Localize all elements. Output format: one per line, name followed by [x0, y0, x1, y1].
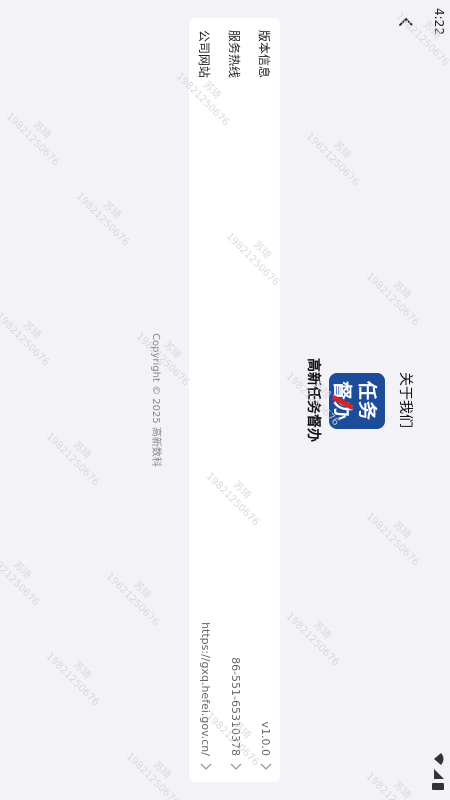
watermark-text: 苏琦 19821250676 — [3, 110, 62, 169]
battery-icon — [432, 783, 444, 790]
app-name: 高新任务督办 — [305, 358, 321, 442]
watermark-text: 苏琦 19821250676 — [0, 550, 42, 609]
version-info-value: v1.0.0 — [259, 721, 272, 757]
logo-text-line1: 任务 — [356, 380, 378, 421]
watermark-text: 苏琦 19821250676 — [43, 650, 102, 709]
status-time: 4:22 — [432, 8, 446, 35]
status-bar: 4:22 — [426, 0, 450, 800]
wifi-icon — [431, 753, 445, 765]
watermark-text: 苏琦 19821250676 — [73, 190, 132, 249]
signal-icon — [431, 769, 445, 779]
watermark-text: 苏琦 19821250676 — [43, 430, 102, 489]
version-info-row[interactable]: 版本信息 v1.0.0 — [250, 18, 280, 782]
app-logo: 任务 督办 — [329, 373, 385, 429]
service-hotline-value: 86-551-65310378 — [229, 657, 242, 756]
nav-bar: 关于我们 — [386, 0, 426, 800]
service-hotline-label: 服务热线 — [227, 30, 241, 79]
chevron-right-icon — [230, 763, 242, 770]
company-website-value: https://gxq.hefei.gov.cn/ — [199, 622, 212, 756]
chevron-right-icon — [260, 763, 272, 770]
info-card: 版本信息 v1.0.0 服务热线 86-551-65310378 公司网站 ht… — [189, 18, 280, 782]
page-title: 关于我们 — [397, 372, 413, 428]
company-website-row[interactable]: 公司网站 https://gxq.hefei.gov.cn/ — [190, 18, 220, 782]
service-hotline-row[interactable]: 服务热线 86-551-65310378 — [220, 18, 250, 782]
version-info-label: 版本信息 — [257, 30, 271, 79]
rotated-screen: 4:22 关于我们 任务 督办 高新任务督办 版本信息 v1.0.0 — [0, 0, 450, 800]
watermark-text: 苏琦 19821250676 — [0, 310, 52, 369]
company-website-label: 公司网站 — [197, 30, 211, 79]
copyright-text: Copyright © 2025 高新数科 — [150, 333, 161, 467]
chevron-right-icon — [200, 763, 212, 770]
status-icons — [431, 753, 445, 790]
